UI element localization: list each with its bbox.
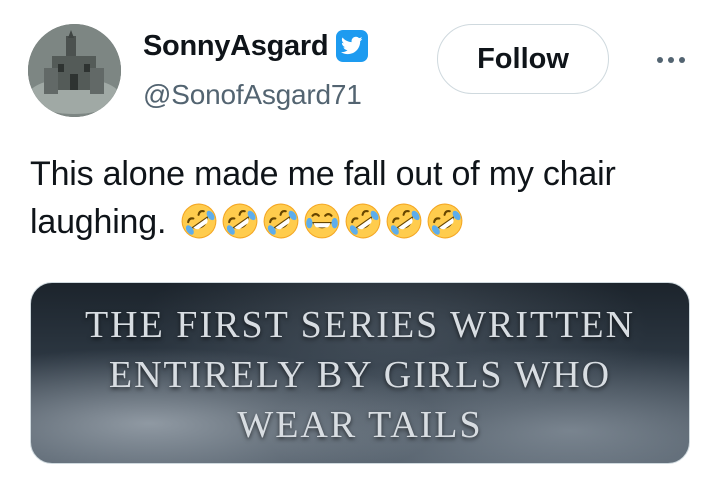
rolling-on-floor-laughing-emoji-icon (386, 203, 422, 239)
media-line: wear tails (237, 404, 483, 446)
rolling-on-floor-laughing-emoji-icon (345, 203, 381, 239)
follow-button[interactable]: Follow (437, 24, 609, 94)
dot (668, 57, 674, 63)
more-options-icon[interactable] (651, 48, 691, 72)
emoji-row (180, 202, 464, 240)
user-handle[interactable]: @SonofAsgard71 (143, 78, 362, 112)
avatar[interactable] (28, 24, 121, 117)
rolling-on-floor-laughing-emoji-icon (427, 203, 463, 239)
media-caption: The first series written entirely by gir… (85, 296, 635, 450)
twitter-bird-badge-icon[interactable] (336, 30, 369, 62)
face-with-tears-of-joy-emoji-icon (304, 203, 340, 239)
rolling-on-floor-laughing-emoji-icon (263, 203, 299, 239)
dot (679, 57, 685, 63)
rolling-on-floor-laughing-emoji-icon (181, 203, 217, 239)
display-name[interactable]: SonnyAsgard (143, 28, 329, 64)
tweet-text: This alone made me fall out of my chair … (30, 150, 690, 246)
user-name-row: SonnyAsgard (143, 28, 369, 64)
rolling-on-floor-laughing-emoji-icon (222, 203, 258, 239)
media-line: entirely by girls who (108, 354, 612, 396)
media-line: The first series written (84, 304, 636, 346)
tweet-media-image[interactable]: The first series written entirely by gir… (30, 282, 690, 464)
dot (657, 57, 663, 63)
